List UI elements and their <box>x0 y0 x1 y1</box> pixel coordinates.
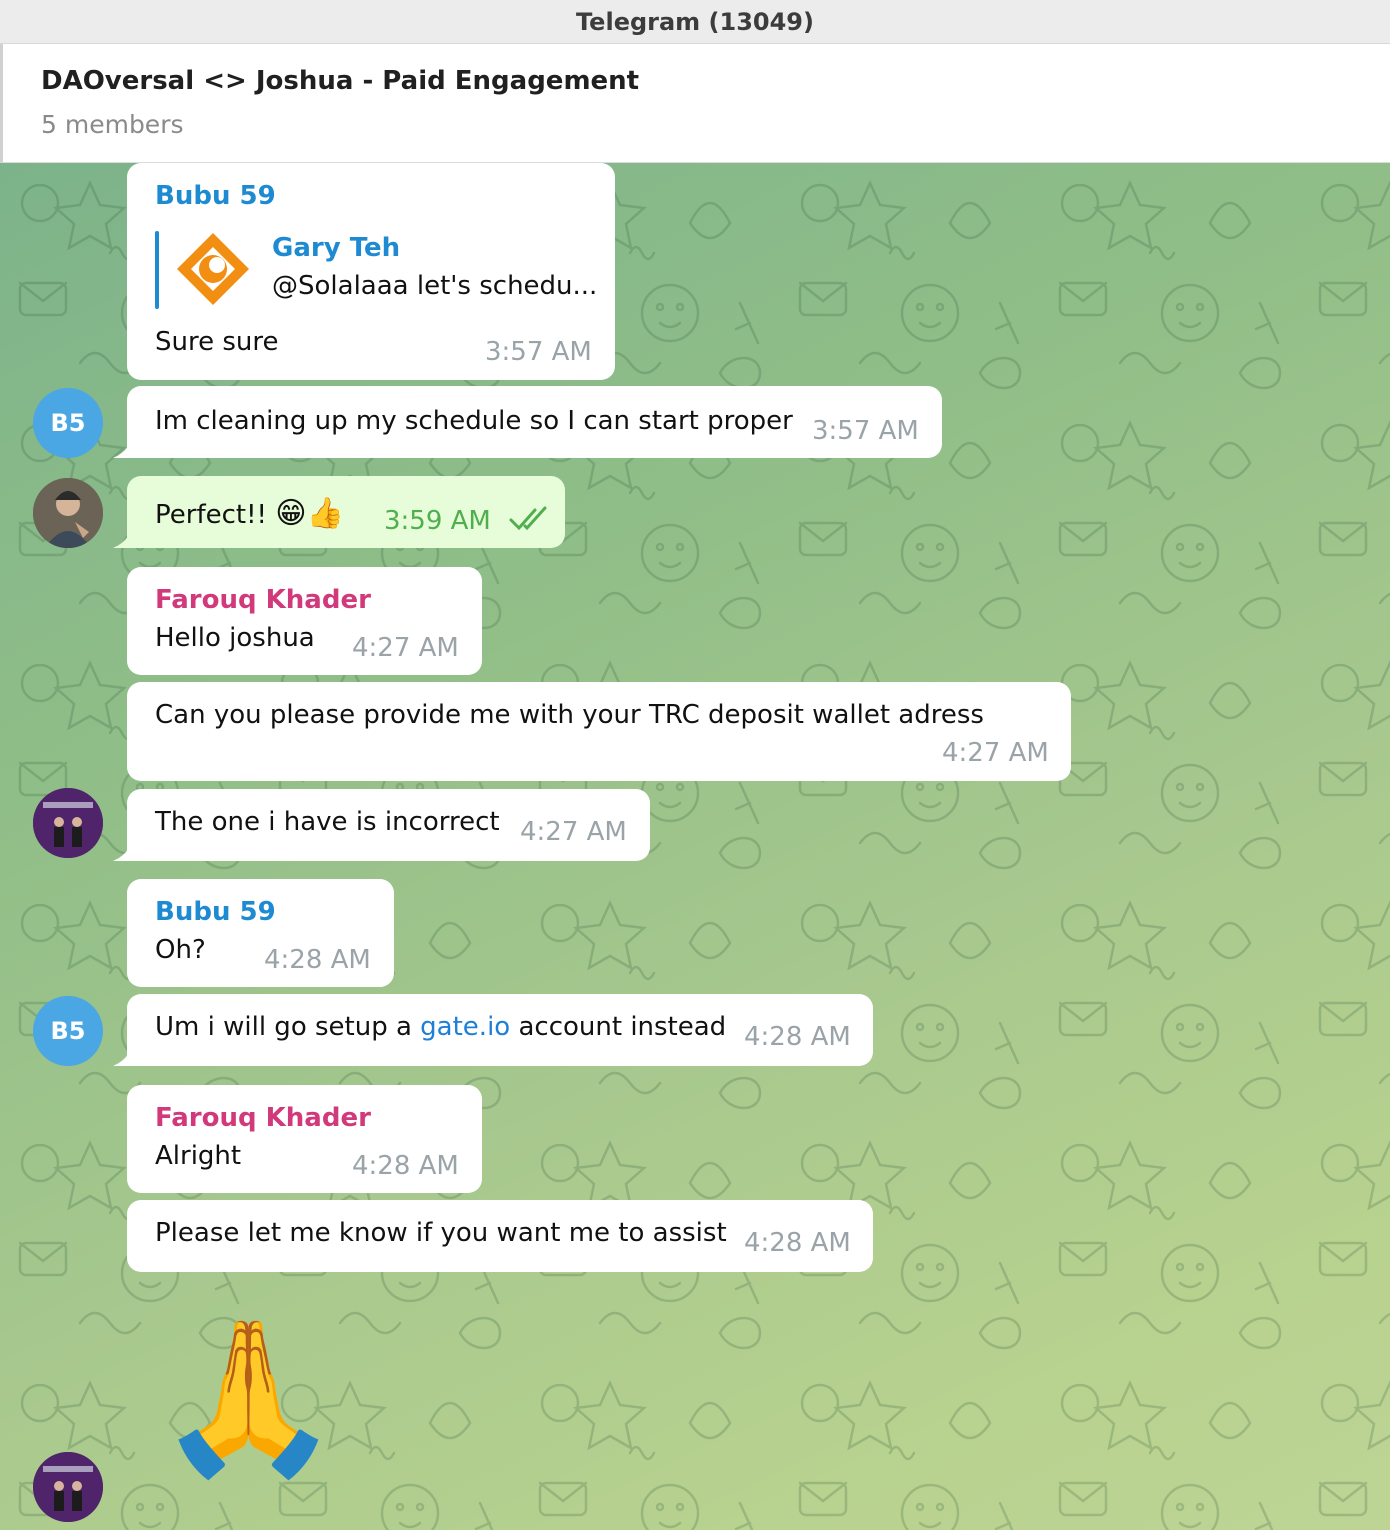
member-count: 5 members <box>41 110 184 139</box>
message-text: Im cleaning up my schedule so I can star… <box>155 406 793 436</box>
message-time: 3:59 AM <box>384 506 491 536</box>
chat-header[interactable]: DAOversal <> Joshua - Paid Engagement 5 … <box>0 44 1390 163</box>
praying-hands-emoji: 🙏 <box>155 1311 342 1485</box>
message-text-content: Perfect!! <box>155 500 267 530</box>
double-check-icon <box>509 506 547 531</box>
sender-name[interactable]: Farouq Khader <box>155 1103 371 1133</box>
group-photo-icon <box>33 1452 103 1522</box>
message-bubble[interactable]: Bubu 59 Oh? 4:28 AM <box>127 879 394 987</box>
chat-message-area[interactable]: Bubu 59 Gary Teh @Solalaaa let's schedu.… <box>0 163 1390 1530</box>
message-bubble[interactable]: The one i have is incorrect 4:27 AM <box>113 789 650 861</box>
chat-title[interactable]: DAOversal <> Joshua - Paid Engagement <box>41 66 639 96</box>
avatar-initials: B5 <box>50 1017 86 1045</box>
sender-name[interactable]: Farouq Khader <box>155 585 371 615</box>
bubble-tail <box>113 843 131 861</box>
bubble-tail <box>113 440 131 458</box>
bubble-tail <box>113 1048 131 1066</box>
message-text-part: Um i will go setup a <box>155 1012 421 1042</box>
message-bubble[interactable]: Um i will go setup a gate.io account ins… <box>113 994 873 1066</box>
message-time: 4:28 AM <box>744 1228 851 1258</box>
avatar-daoversal[interactable] <box>33 788 103 858</box>
avatar-b5[interactable]: B5 <box>33 388 103 458</box>
reply-bar <box>155 231 159 309</box>
message-bubble[interactable]: Can you please provide me with your TRC … <box>127 682 1071 781</box>
user-photo-icon <box>33 478 103 548</box>
message-bubble[interactable]: Bubu 59 Gary Teh @Solalaaa let's schedu.… <box>127 163 615 380</box>
message-time: 4:27 AM <box>520 817 627 847</box>
avatar-daoversal[interactable] <box>33 1452 103 1522</box>
window-title: Telegram (13049) <box>576 8 814 36</box>
message-bubble-outgoing[interactable]: Perfect!! 😁👍 3:59 AM <box>113 476 565 548</box>
message-time: 4:28 AM <box>352 1151 459 1181</box>
message-text: Hello joshua <box>155 623 315 653</box>
reply-author[interactable]: Gary Teh <box>272 233 400 263</box>
avatar-self[interactable] <box>33 478 103 548</box>
sticker-praying-hands[interactable]: 🙏 <box>155 1303 342 1493</box>
reply-avatar <box>173 229 253 309</box>
message-text: Alright <box>155 1141 242 1171</box>
avatar-initials: B5 <box>50 409 86 437</box>
sender-name[interactable]: Bubu 59 <box>155 897 276 927</box>
gate-io-link[interactable]: gate.io <box>420 1012 510 1042</box>
message-time: 4:27 AM <box>942 738 1049 768</box>
bubble-tail <box>113 530 131 548</box>
message-time: 4:28 AM <box>264 945 371 975</box>
message-text: Oh? <box>155 935 206 965</box>
avatar-b5[interactable]: B5 <box>33 996 103 1066</box>
message-text-part: account instead <box>510 1012 727 1042</box>
message-bubble[interactable]: Please let me know if you want me to ass… <box>127 1200 873 1272</box>
message-text: Perfect!! 😁👍 <box>155 496 344 531</box>
message-bubble[interactable]: Im cleaning up my schedule so I can star… <box>113 386 942 458</box>
message-time: 4:27 AM <box>352 633 459 663</box>
message-text: Please let me know if you want me to ass… <box>155 1218 727 1248</box>
message-bubble[interactable]: Farouq Khader Alright 4:28 AM <box>127 1085 482 1193</box>
emoji-grin-thumbs: 😁👍 <box>275 496 344 531</box>
message-text: Can you please provide me with your TRC … <box>155 700 984 730</box>
message-text: Um i will go setup a gate.io account ins… <box>155 1012 726 1042</box>
window-titlebar: Telegram (13049) <box>0 0 1390 44</box>
message-time: 3:57 AM <box>485 337 592 367</box>
reply-preview-text[interactable]: @Solalaaa let's schedu... <box>272 271 597 301</box>
message-text: The one i have is incorrect <box>155 807 500 837</box>
message-text: Sure sure <box>155 327 279 357</box>
message-time: 3:57 AM <box>812 416 919 446</box>
group-photo-icon <box>33 788 103 858</box>
message-time: 4:28 AM <box>744 1022 851 1052</box>
message-bubble[interactable]: Farouq Khader Hello joshua 4:27 AM <box>127 567 482 675</box>
sender-name[interactable]: Bubu 59 <box>155 181 276 211</box>
